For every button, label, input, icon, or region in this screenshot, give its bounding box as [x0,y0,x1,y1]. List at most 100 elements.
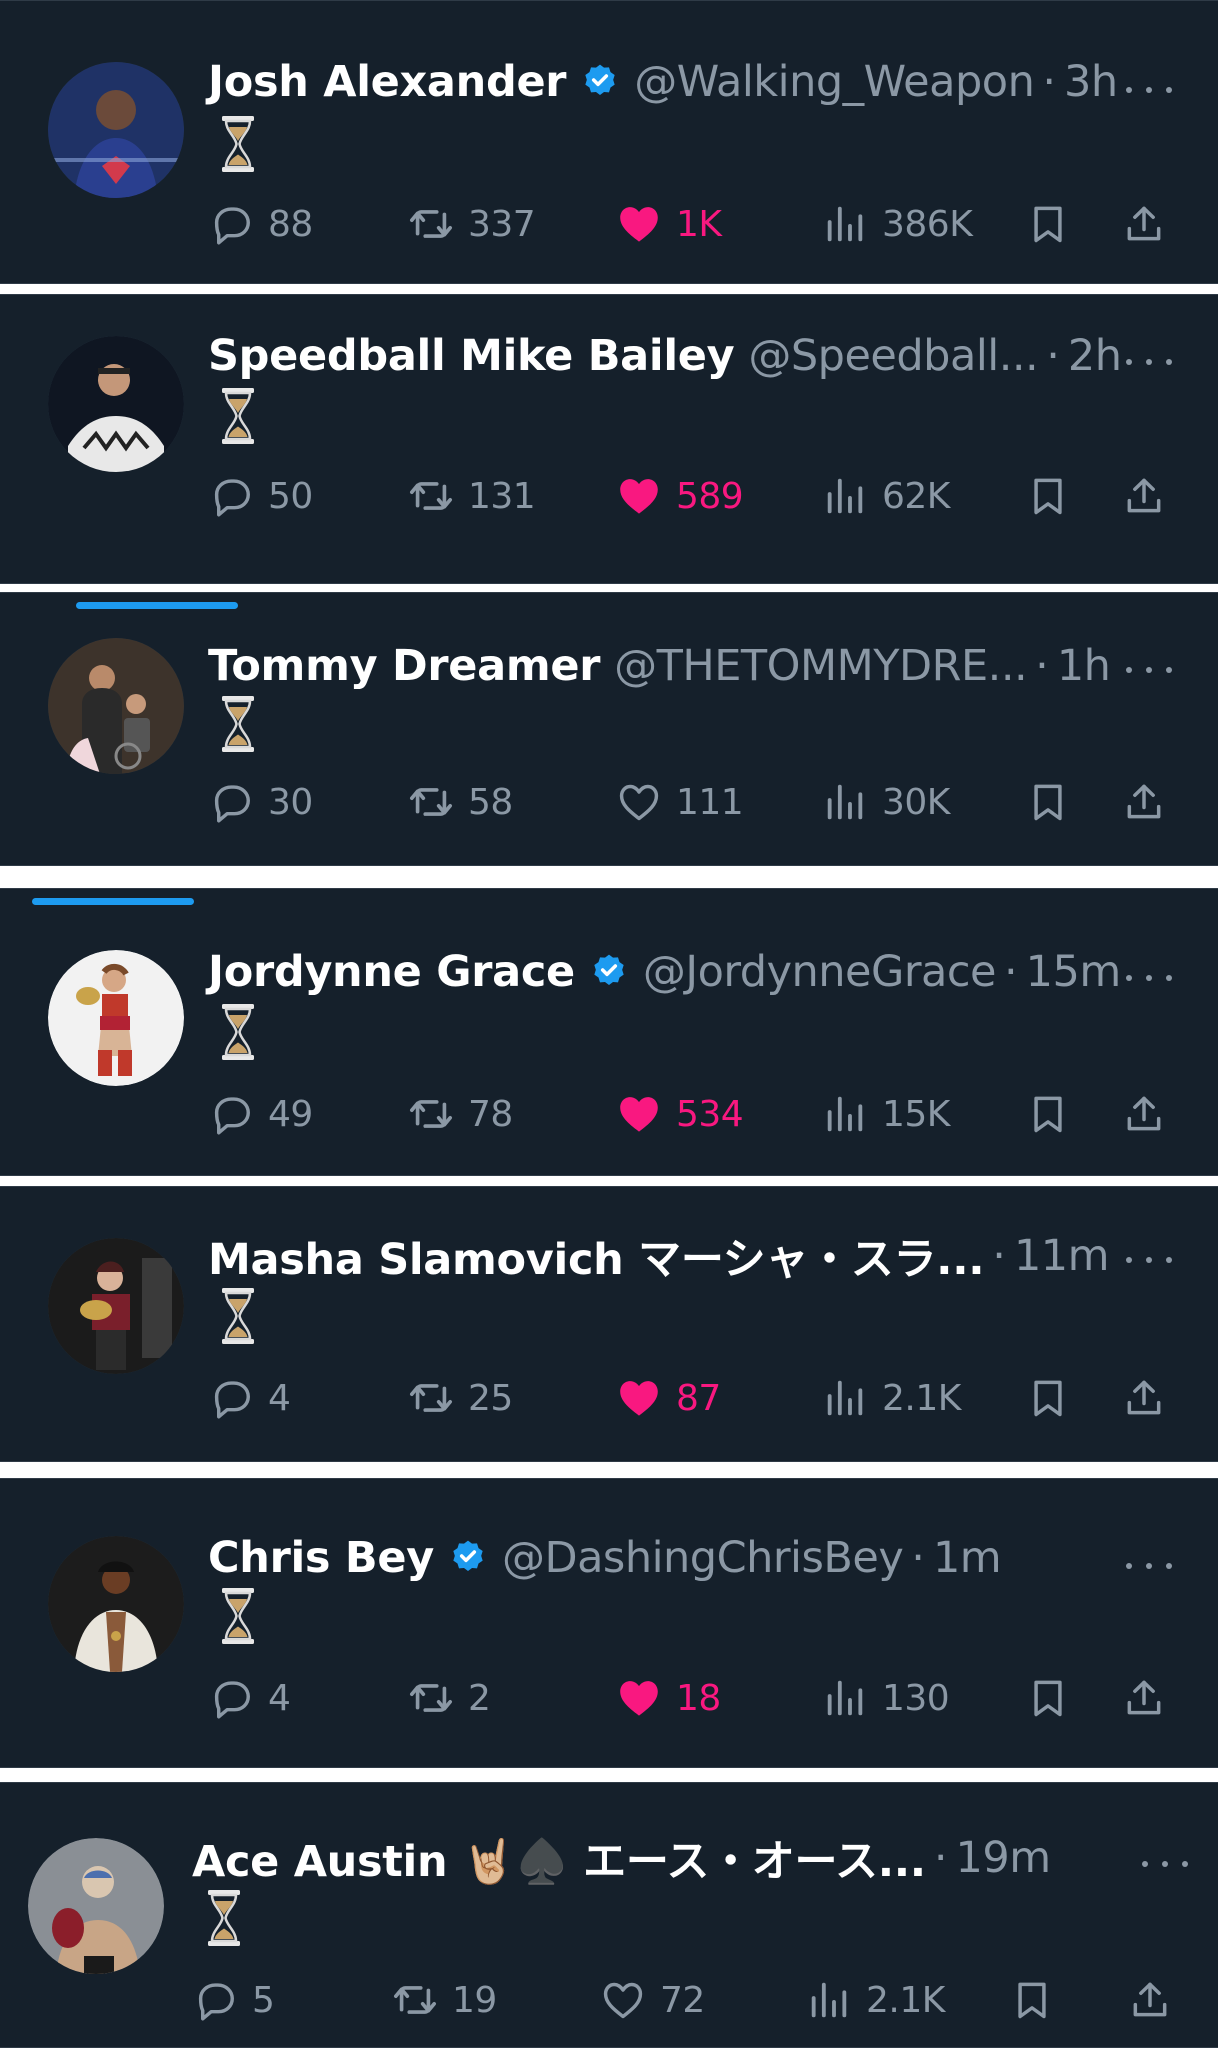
repost-button[interactable]: 131 [408,466,536,526]
repost-button[interactable]: 78 [408,1084,513,1144]
share-icon [1122,474,1166,518]
more-options-button[interactable] [1124,1250,1174,1270]
more-options-button[interactable] [1124,80,1174,100]
dot-separator: · [1042,57,1057,107]
timestamp[interactable]: 15m [1026,947,1122,997]
views-button[interactable]: 15K [822,1084,950,1144]
hourglass-emoji [216,1002,260,1062]
views-button[interactable]: 386K [822,194,973,254]
user-handle[interactable]: @DashingChrisBey [502,1533,904,1583]
like-button[interactable]: 589 [616,466,744,526]
repost-button[interactable]: 337 [408,194,536,254]
tweet-card[interactable]: Ace Austin 🤘🏼♠️ エース・オース... · 19m 5 19 72 2.1K [0,1782,1218,2048]
display-name[interactable]: Ace Austin 🤘🏼♠️ エース・オース... [192,1827,926,1889]
views-button[interactable]: 30K [822,772,950,832]
display-name[interactable]: Jordynne Grace [208,947,575,997]
reply-button[interactable]: 4 [208,1368,291,1428]
bookmark-button[interactable] [1026,1368,1070,1428]
tweet-card[interactable]: Chris Bey @DashingChrisBey · 1m 4 2 18 130 [0,1478,1218,1768]
divider [0,583,1218,584]
display-name[interactable]: Speedball Mike Bailey [208,331,735,381]
bookmark-button[interactable] [1026,194,1070,254]
bookmark-button[interactable] [1026,1084,1070,1144]
reply-icon [208,473,254,519]
avatar[interactable] [48,638,184,774]
like-button[interactable]: 1K [616,194,722,254]
user-handle[interactable]: @Speedball... [748,331,1038,381]
timestamp[interactable]: 11m [1014,1231,1110,1281]
views-button[interactable]: 130 [822,1668,950,1728]
more-options-button[interactable] [1140,1854,1190,1874]
timestamp[interactable]: 1h [1057,641,1111,691]
repost-button[interactable]: 58 [408,772,513,832]
views-button[interactable]: 2.1K [822,1368,961,1428]
timestamp[interactable]: 1m [933,1533,1002,1583]
more-options-button[interactable] [1124,1556,1174,1576]
avatar[interactable] [48,950,184,1086]
more-options-button[interactable] [1124,352,1174,372]
more-options-button[interactable] [1124,968,1174,988]
repost-icon [408,201,454,247]
tweet-card[interactable]: Masha Slamovich マーシャ・スラ... · 11m 4 25 87 2.1K [0,1186,1218,1462]
share-icon [1122,1376,1166,1420]
display-name[interactable]: Chris Bey [208,1533,434,1583]
replies-count: 4 [268,1377,291,1419]
avatar[interactable] [48,1536,184,1672]
share-icon [1122,1676,1166,1720]
display-name[interactable]: Masha Slamovich マーシャ・スラ... [208,1225,985,1287]
reply-button[interactable]: 88 [208,194,313,254]
hourglass-emoji [216,386,260,446]
reply-button[interactable]: 30 [208,772,313,832]
share-button[interactable] [1122,466,1166,526]
heart-icon [616,779,662,825]
like-button[interactable]: 534 [616,1084,744,1144]
timestamp[interactable]: 2h [1068,331,1122,381]
views-button[interactable]: 62K [822,466,950,526]
tweet-card[interactable]: Jordynne Grace @JordynneGrace · 15m 49 78 534 1… [0,888,1218,1176]
tweet-card[interactable]: Josh Alexander @Walking_Weapon · 3h 88 337 1K 3… [0,0,1218,284]
repost-button[interactable]: 2 [408,1668,491,1728]
share-button[interactable] [1122,1368,1166,1428]
user-handle[interactable]: @Walking_Weapon [634,57,1035,107]
share-icon [1122,780,1166,824]
views-count: 2.1K [866,1979,945,2021]
views-button[interactable]: 2.1K [806,1970,945,2030]
user-handle[interactable]: @THETOMMYDRE... [614,641,1028,691]
share-button[interactable] [1122,1668,1166,1728]
user-handle[interactable]: @JordynneGrace [643,947,997,997]
share-button[interactable] [1122,194,1166,254]
reply-button[interactable]: 49 [208,1084,313,1144]
avatar[interactable] [28,1838,164,1974]
bookmark-button[interactable] [1026,772,1070,832]
display-name[interactable]: Josh Alexander [208,57,567,107]
tweet-header: Tommy Dreamer @THETOMMYDRE... · 1h [208,636,1111,696]
tweet-card[interactable]: Tommy Dreamer @THETOMMYDRE... · 1h 30 58 111 30… [0,592,1218,866]
like-button[interactable]: 72 [600,1970,705,2030]
share-button[interactable] [1122,1084,1166,1144]
verified-badge-icon [448,1538,488,1578]
like-button[interactable]: 87 [616,1368,721,1428]
more-options-button[interactable] [1124,660,1174,680]
divider [0,283,1218,284]
likes-count: 1K [676,203,722,245]
reply-button[interactable]: 5 [192,1970,275,2030]
repost-button[interactable]: 19 [392,1970,497,2030]
avatar[interactable] [48,1238,184,1374]
tweet-card[interactable]: Speedball Mike Bailey @Speedball... · 2h 50 1… [0,294,1218,584]
heart-icon [600,1977,646,2023]
reply-button[interactable]: 50 [208,466,313,526]
share-button[interactable] [1122,772,1166,832]
reply-button[interactable]: 4 [208,1668,291,1728]
bookmark-button[interactable] [1026,466,1070,526]
repost-button[interactable]: 25 [408,1368,513,1428]
bookmark-button[interactable] [1026,1668,1070,1728]
like-button[interactable]: 18 [616,1668,721,1728]
avatar[interactable] [48,62,184,198]
avatar[interactable] [48,336,184,472]
like-button[interactable]: 111 [616,772,744,832]
timestamp[interactable]: 3h [1064,57,1118,107]
share-button[interactable] [1128,1970,1172,2030]
bookmark-button[interactable] [1010,1970,1054,2030]
display-name[interactable]: Tommy Dreamer [208,641,600,691]
timestamp[interactable]: 19m [956,1833,1052,1883]
